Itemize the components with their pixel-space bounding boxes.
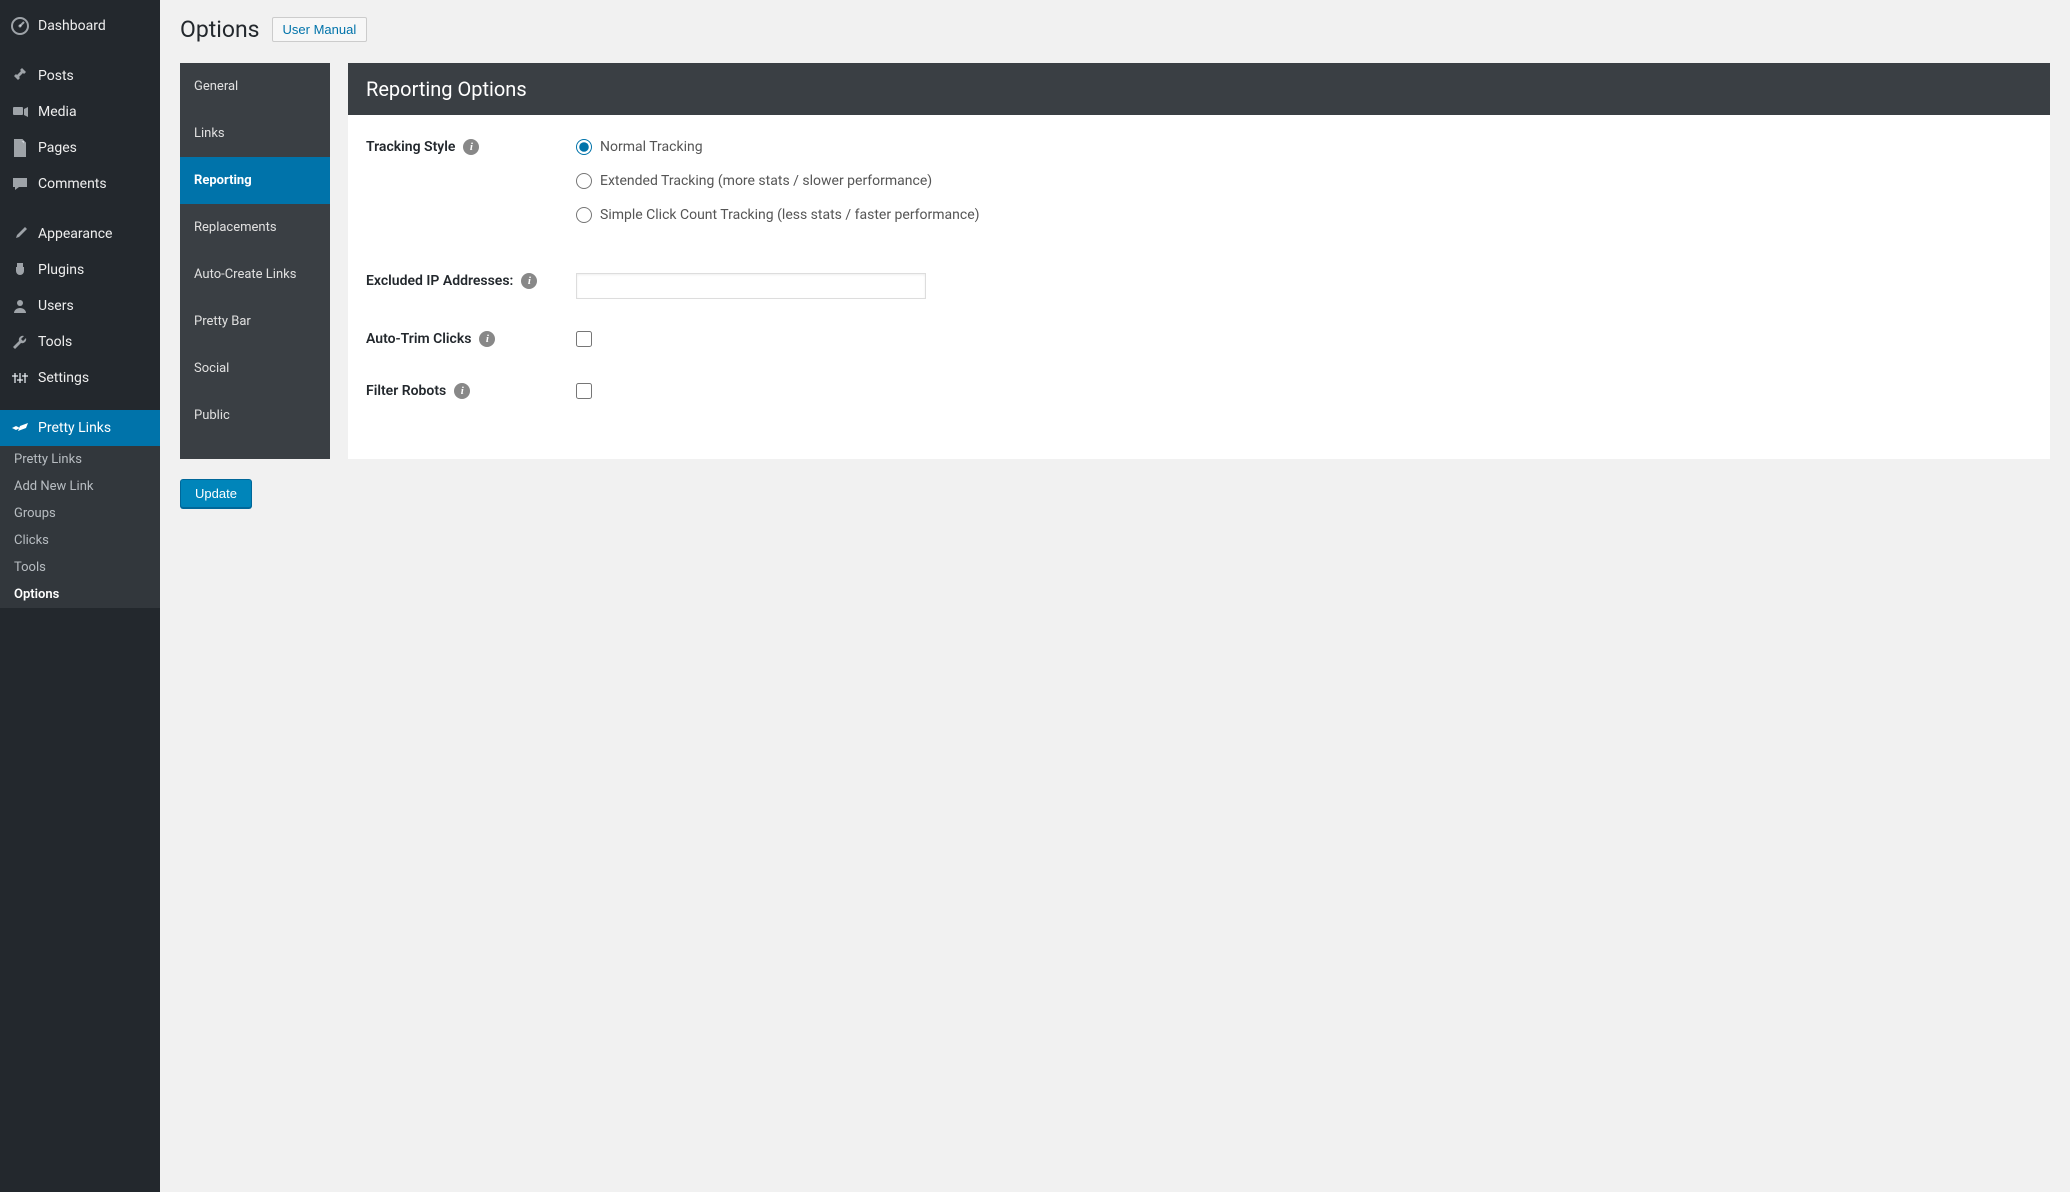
submenu-groups[interactable]: Groups [0,500,160,527]
info-icon[interactable]: i [454,383,470,399]
radio-extended-tracking[interactable]: Extended Tracking (more stats / slower p… [576,173,2032,189]
row-excluded-ip: Excluded IP Addresses: i [366,273,2032,299]
sidebar-item-label: Comments [38,176,107,192]
radio-normal-tracking-input[interactable] [576,139,592,155]
submenu-tools[interactable]: Tools [0,554,160,581]
pin-icon [10,66,30,86]
panel-title: Reporting Options [348,63,2050,115]
tab-general[interactable]: General [180,63,330,110]
info-icon[interactable]: i [463,139,479,155]
sidebar-item-appearance[interactable]: Appearance [0,216,160,252]
excluded-ip-input[interactable] [576,273,926,299]
filter-robots-label: Filter Robots [366,383,446,399]
excluded-ip-label: Excluded IP Addresses: [366,273,513,289]
submenu-add-new-link[interactable]: Add New Link [0,473,160,500]
sidebar-item-settings[interactable]: Settings [0,360,160,396]
row-tracking-style: Tracking Style i Normal Tracking Extende… [366,139,2032,241]
tab-auto-create-links[interactable]: Auto-Create Links [180,251,330,298]
sidebar-submenu: Pretty Links Add New Link Groups Clicks … [0,446,160,608]
page-header: Options User Manual [180,16,2050,43]
tab-pretty-bar[interactable]: Pretty Bar [180,298,330,345]
info-icon[interactable]: i [521,273,537,289]
options-tabs: General Links Reporting Replacements Aut… [180,63,330,459]
tab-reporting[interactable]: Reporting [180,157,330,204]
sidebar-item-label: Users [38,298,74,314]
options-panel: Reporting Options Tracking Style i Norma… [348,63,2050,459]
tab-links[interactable]: Links [180,110,330,157]
update-button[interactable]: Update [180,479,252,508]
tracking-style-label: Tracking Style [366,139,455,155]
admin-sidebar: Dashboard Posts Media Pages Comments App… [0,0,160,1192]
radio-label: Normal Tracking [600,139,703,155]
main-content: Options User Manual General Links Report… [160,0,2070,1192]
sidebar-item-users[interactable]: Users [0,288,160,324]
sidebar-item-plugins[interactable]: Plugins [0,252,160,288]
media-icon [10,102,30,122]
page-title: Options [180,16,260,43]
sidebar-item-label: Dashboard [38,18,106,34]
user-manual-button[interactable]: User Manual [272,17,368,42]
comment-icon [10,174,30,194]
row-auto-trim: Auto-Trim Clicks i [366,331,2032,351]
row-filter-robots: Filter Robots i [366,383,2032,403]
page-icon [10,138,30,158]
sidebar-item-posts[interactable]: Posts [0,58,160,94]
sidebar-item-label: Plugins [38,262,84,278]
sidebar-item-label: Posts [38,68,74,84]
auto-trim-checkbox[interactable] [576,331,592,347]
tab-social[interactable]: Social [180,345,330,392]
radio-label: Extended Tracking (more stats / slower p… [600,173,932,189]
filter-robots-checkbox[interactable] [576,383,592,399]
user-icon [10,296,30,316]
radio-label: Simple Click Count Tracking (less stats … [600,207,980,223]
plug-icon [10,260,30,280]
submenu-pretty-links[interactable]: Pretty Links [0,446,160,473]
tab-public[interactable]: Public [180,392,330,439]
sidebar-item-label: Pretty Links [38,420,111,436]
wrench-icon [10,332,30,352]
sidebar-item-label: Media [38,104,77,120]
sidebar-item-label: Appearance [38,226,112,242]
sidebar-item-tools[interactable]: Tools [0,324,160,360]
brush-icon [10,224,30,244]
radio-simple-tracking[interactable]: Simple Click Count Tracking (less stats … [576,207,2032,223]
auto-trim-label: Auto-Trim Clicks [366,331,471,347]
radio-simple-tracking-input[interactable] [576,207,592,223]
sidebar-item-dashboard[interactable]: Dashboard [0,8,160,44]
tab-replacements[interactable]: Replacements [180,204,330,251]
dashboard-icon [10,16,30,36]
sidebar-item-pretty-links[interactable]: Pretty Links [0,410,160,446]
star-icon [10,418,30,438]
radio-extended-tracking-input[interactable] [576,173,592,189]
sidebar-item-media[interactable]: Media [0,94,160,130]
sidebar-item-label: Settings [38,370,89,386]
radio-normal-tracking[interactable]: Normal Tracking [576,139,2032,155]
submenu-options[interactable]: Options [0,581,160,608]
sidebar-item-pages[interactable]: Pages [0,130,160,166]
sidebar-item-comments[interactable]: Comments [0,166,160,202]
sidebar-item-label: Pages [38,140,77,156]
info-icon[interactable]: i [479,331,495,347]
submenu-clicks[interactable]: Clicks [0,527,160,554]
settings-icon [10,368,30,388]
sidebar-item-label: Tools [38,334,72,350]
